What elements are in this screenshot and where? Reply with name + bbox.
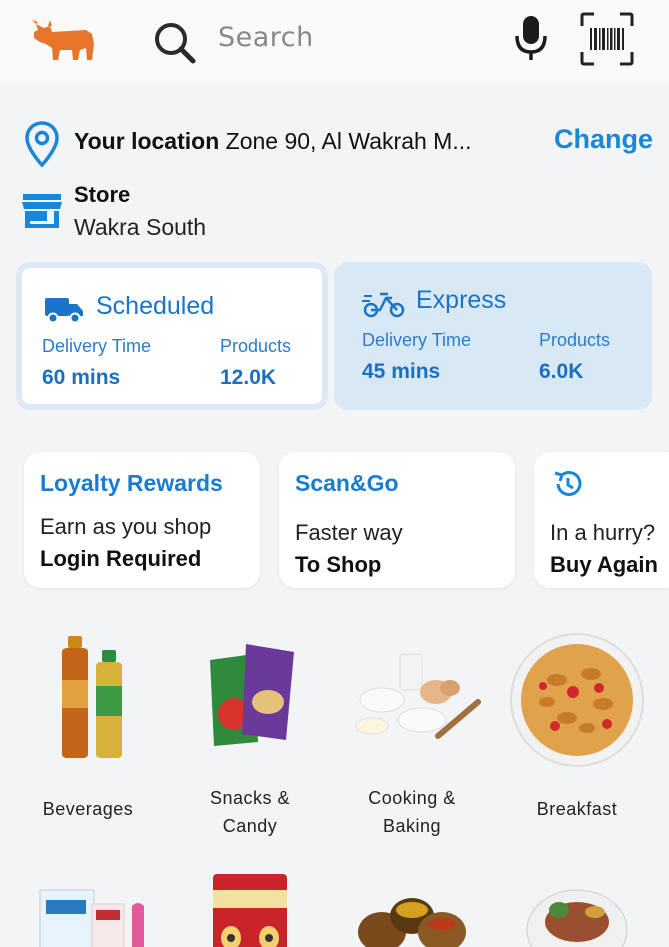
top-bar: Search (0, 0, 669, 82)
promo-title: Scan&Go (295, 470, 399, 496)
promo-action: To Shop (295, 552, 382, 577)
location-label: Your location (74, 128, 220, 154)
breakfast-image (510, 633, 644, 767)
category-label-line1: Cooking & (368, 788, 456, 808)
express-delivery-card[interactable]: Express Delivery Time Products 45 mins 6… (334, 262, 652, 410)
store-label: Store (74, 182, 131, 207)
store-icon (22, 194, 62, 228)
express-title: Express (416, 286, 507, 314)
category-spices[interactable] (332, 870, 492, 947)
baby-products-image (39, 889, 144, 947)
login-required-link[interactable]: Login Required (40, 546, 201, 572)
canned-food-image (213, 874, 287, 947)
promo-subtitle: In a hurry? (550, 520, 656, 545)
snacks-image (210, 644, 294, 746)
express-time-label: Delivery Time (362, 330, 472, 350)
category-meat[interactable] (497, 870, 657, 947)
category-label: Breakfast (536, 799, 618, 819)
scan-and-go-card[interactable]: Scan&Go Faster way To Shop (279, 452, 515, 588)
express-time-value: 45 mins (362, 360, 441, 383)
location-value: Zone 90, Al Wakrah M... (225, 128, 472, 154)
cooking-baking-image (355, 653, 481, 739)
barcode-scanner-icon[interactable] (580, 12, 634, 66)
meat-image (526, 889, 628, 947)
microphone-icon[interactable] (512, 14, 550, 62)
location-pin-icon (25, 121, 59, 168)
beverages-image (62, 636, 122, 758)
scooter-icon (362, 292, 405, 318)
loyalty-rewards-card[interactable]: Loyalty Rewards Earn as you shop Login R… (24, 452, 260, 588)
category-label-line2: Baking (382, 816, 442, 836)
store-row: Store Wakra South (0, 176, 669, 246)
scheduled-time-value: 60 mins (42, 366, 121, 389)
scheduled-delivery-card[interactable]: Scheduled Delivery Time Products 60 mins… (16, 262, 328, 410)
scheduled-title: Scheduled (96, 292, 215, 320)
scheduled-products-value: 12.0K (220, 366, 277, 389)
category-cooking-baking[interactable]: Cooking & Baking (332, 630, 492, 836)
change-location-button[interactable]: Change (554, 124, 653, 155)
buy-again-link[interactable]: Buy Again (550, 552, 658, 578)
delivery-truck-icon (45, 298, 83, 324)
cow-logo-icon[interactable] (30, 14, 100, 64)
category-label-line1: Snacks & (209, 788, 291, 808)
express-products-label: Products (539, 330, 611, 350)
category-baby[interactable] (8, 870, 168, 947)
search-icon[interactable] (151, 19, 199, 67)
category-beverages[interactable]: Beverages (8, 630, 168, 830)
express-products-value: 6.0K (539, 360, 584, 383)
search-input[interactable]: Search (218, 22, 314, 53)
buy-again-card[interactable]: In a hurry? Buy Again (534, 452, 669, 588)
category-breakfast[interactable]: Breakfast (497, 630, 657, 830)
location-row: Your location Zone 90, Al Wakrah M... Ch… (0, 112, 669, 172)
category-canned-food[interactable] (170, 870, 330, 947)
category-snacks-candy[interactable]: Snacks & Candy (170, 630, 330, 836)
store-name: Wakra South (74, 214, 207, 240)
spices-image (358, 898, 466, 947)
category-label: Beverages (42, 799, 134, 819)
scheduled-time-label: Delivery Time (42, 336, 152, 356)
scheduled-products-label: Products (220, 336, 292, 356)
history-icon (554, 471, 582, 496)
location-text: Your location Zone 90, Al Wakrah M... (74, 128, 472, 155)
promo-subtitle: Earn as you shop (40, 514, 212, 539)
promo-subtitle: Faster way (295, 520, 403, 545)
promo-title: Loyalty Rewards (40, 470, 223, 496)
category-label-line2: Candy (222, 816, 278, 836)
